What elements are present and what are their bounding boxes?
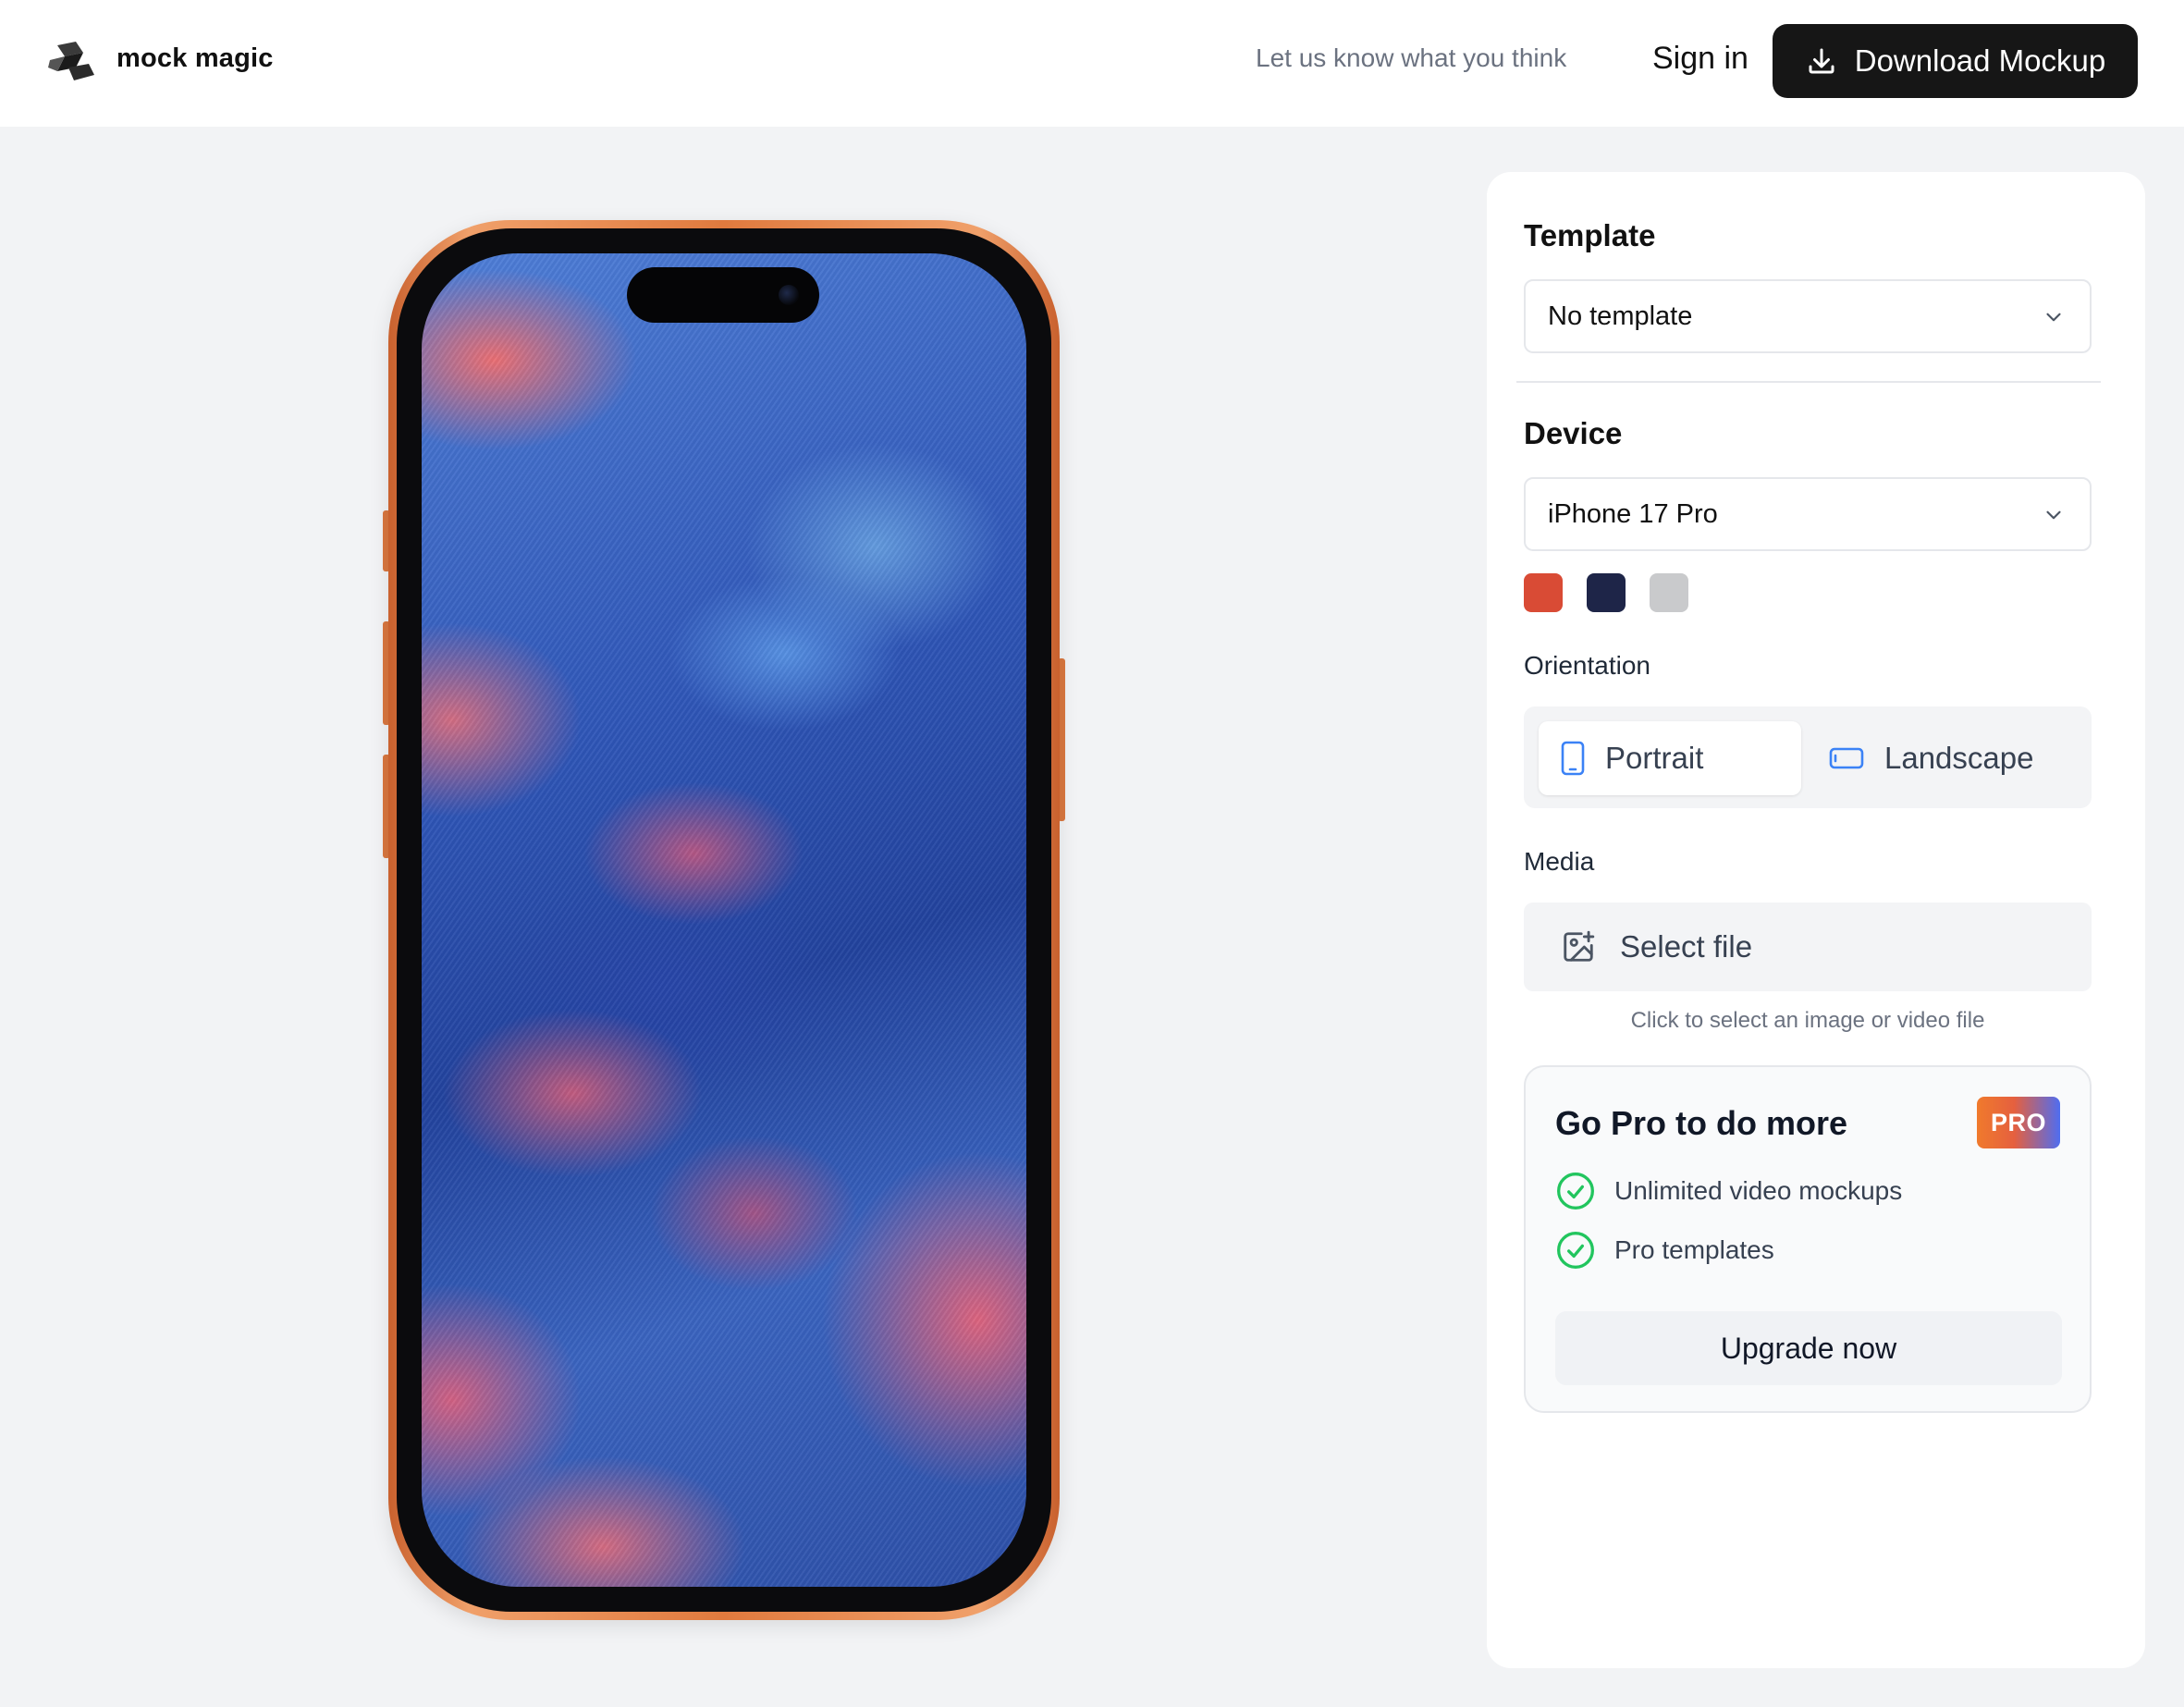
template-heading: Template	[1524, 218, 1656, 252]
front-camera-icon	[779, 285, 799, 305]
orientation-label: Orientation	[1524, 651, 1650, 680]
feedback-link[interactable]: Let us know what you think	[1256, 43, 1566, 73]
pro-feature-label: Pro templates	[1614, 1235, 1774, 1264]
check-circle-icon	[1557, 1232, 1594, 1269]
chevron-down-icon	[2046, 510, 2061, 520]
device-color-swatch-silver[interactable]	[1650, 573, 1688, 612]
phone-portrait-icon	[1561, 741, 1585, 776]
mock-magic-logo-icon[interactable]	[48, 40, 96, 82]
device-heading: Device	[1524, 416, 1623, 450]
template-select[interactable]: No template	[1524, 279, 2092, 353]
pro-feature-item: Unlimited video mockups	[1555, 1171, 1902, 1211]
image-add-icon	[1564, 930, 1595, 962]
chevron-down-icon	[2046, 313, 2061, 322]
download-mockup-button[interactable]: Download Mockup	[1773, 24, 2138, 98]
top-header: mock magic Let us know what you think Si…	[0, 0, 2184, 127]
device-select-value: iPhone 17 Pro	[1548, 499, 1718, 529]
go-pro-card: Go Pro to do more PRO Unlimited video mo…	[1524, 1065, 2092, 1413]
landscape-label: Landscape	[1884, 741, 2034, 775]
orientation-toggle: Portrait Landscape	[1524, 706, 2092, 808]
download-mockup-label: Download Mockup	[1854, 43, 2106, 78]
brand-name[interactable]: mock magic	[117, 43, 274, 74]
phone-landscape-icon	[1829, 747, 1864, 769]
dynamic-island	[627, 267, 819, 323]
device-color-swatch-navy[interactable]	[1587, 573, 1626, 612]
wallpaper-texture	[422, 253, 1026, 1587]
select-file-button[interactable]: Select file	[1524, 903, 2092, 991]
phone-bezel	[397, 228, 1051, 1612]
phone-mockup	[388, 220, 1060, 1620]
pro-badge: PRO	[1977, 1097, 2060, 1148]
media-hint-text: Click to select an image or video file	[1630, 1008, 1985, 1033]
orientation-portrait-option[interactable]: Portrait	[1539, 721, 1801, 795]
pro-feature-label: Unlimited video mockups	[1614, 1176, 1903, 1205]
device-color-swatch-orange[interactable]	[1524, 573, 1563, 612]
check-circle-icon	[1557, 1173, 1594, 1210]
upgrade-now-button[interactable]: Upgrade now	[1555, 1311, 2062, 1385]
go-pro-title: Go Pro to do more	[1555, 1104, 1848, 1142]
settings-panel: Template No template Device iPhone 17 Pr…	[1487, 172, 2145, 1668]
select-file-label: Select file	[1620, 929, 1753, 964]
section-divider	[1516, 381, 2101, 383]
template-select-value: No template	[1548, 301, 1693, 331]
device-select[interactable]: iPhone 17 Pro	[1524, 477, 2092, 551]
orientation-landscape-option[interactable]: Landscape	[1816, 721, 2079, 795]
pro-feature-item: Pro templates	[1555, 1230, 1774, 1271]
download-icon	[1809, 48, 1834, 74]
media-label: Media	[1524, 847, 1595, 876]
portrait-label: Portrait	[1605, 741, 1704, 775]
phone-screen-wallpaper	[422, 253, 1026, 1587]
sign-in-link[interactable]: Sign in	[1652, 41, 1748, 77]
